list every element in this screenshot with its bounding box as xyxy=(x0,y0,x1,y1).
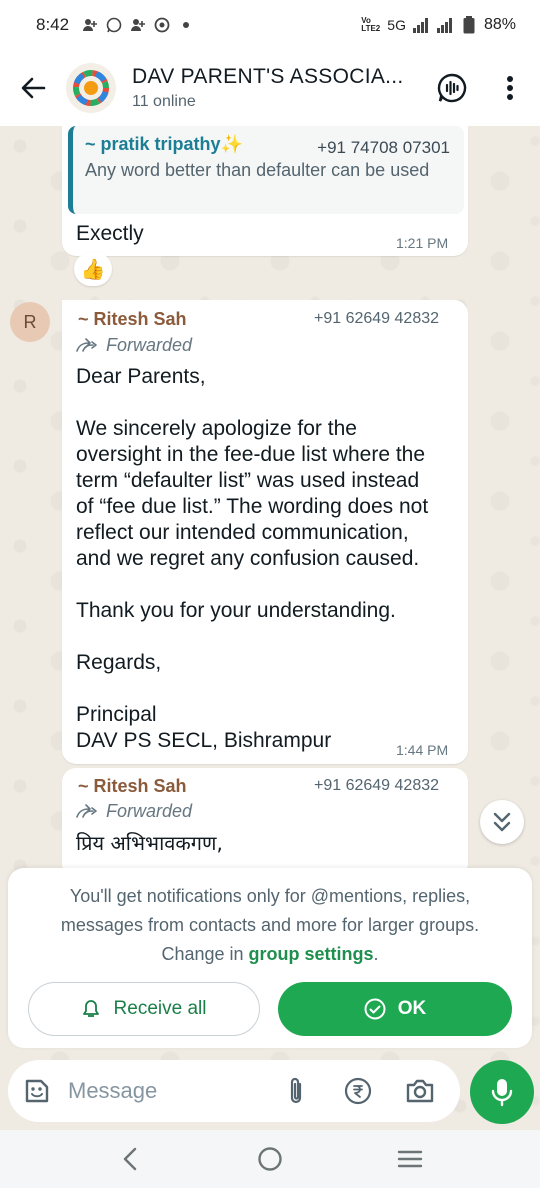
message-text: Exectly xyxy=(76,222,144,245)
sender-phone: +91 62649 42832 xyxy=(314,777,440,794)
message-body: Dear Parents, We sincerely apologize for… xyxy=(76,364,456,754)
bell-icon xyxy=(82,1000,99,1017)
nav-recents-button[interactable] xyxy=(380,1134,440,1184)
message-line: Dear Parents, xyxy=(76,365,206,388)
status-bar: 8:42 Vo LTE2 5G 88% xyxy=(0,0,540,50)
message-input[interactable]: Message xyxy=(68,1078,274,1104)
forwarded-icon xyxy=(76,337,97,352)
message-time: 1:21 PM xyxy=(396,235,449,251)
back-button[interactable] xyxy=(0,50,66,126)
payment-button[interactable] xyxy=(336,1069,380,1113)
group-info[interactable]: DAV PARENT'S ASSOCIA... 11 online xyxy=(132,65,430,111)
receive-all-label: Receive all xyxy=(113,998,207,1019)
signal-2-icon xyxy=(436,16,454,34)
paperclip-icon xyxy=(290,1077,302,1104)
forwarded-label: Forwarded xyxy=(76,801,192,822)
message-line: We sincerely apologize for the xyxy=(76,417,357,440)
nav-back-icon xyxy=(123,1147,137,1171)
message-line: Thank you for your understanding. xyxy=(76,599,396,622)
attach-button[interactable] xyxy=(274,1069,318,1113)
message-bubble[interactable]: ~ Ritesh Sah +91 62649 42832 Forwarded प… xyxy=(62,768,468,878)
notice-text: You'll get notifications only for @menti… xyxy=(8,868,532,969)
avatar-letter: R xyxy=(23,311,37,332)
battery-percent: 88% xyxy=(483,16,516,33)
group-name: DAV PARENT'S ASSOCIA... xyxy=(132,65,404,88)
rupee-icon xyxy=(344,1077,372,1105)
whatsapp-icon xyxy=(105,16,123,34)
message-line: Principal xyxy=(76,703,157,726)
audio-chat-icon xyxy=(437,73,467,103)
forwarded-icon xyxy=(76,803,97,818)
forwarded-text: Forwarded xyxy=(106,335,193,355)
forwarded-label: Forwarded xyxy=(76,335,192,356)
microphone-icon xyxy=(491,1079,513,1107)
sender-avatar[interactable]: R xyxy=(10,302,50,342)
sender-name[interactable]: ~ Ritesh Sah xyxy=(78,776,187,797)
online-count: 11 online xyxy=(132,93,196,110)
signal-icon xyxy=(412,16,430,34)
more-options-button[interactable] xyxy=(488,58,532,118)
message-bubble[interactable]: ~ Ritesh Sah +91 62649 42832 Forwarded D… xyxy=(62,300,468,764)
status-time: 8:42 xyxy=(36,15,70,34)
notification-settings-panel: You'll get notifications only for @menti… xyxy=(8,868,532,1048)
double-chevron-down-icon xyxy=(493,812,511,832)
message-line: oversight in the fee-due list where the xyxy=(76,443,426,466)
sticker-icon xyxy=(25,1079,49,1103)
message-line: reflect our intended communication, xyxy=(76,521,409,544)
volte-indicator: Vo LTE2 xyxy=(361,16,381,33)
group-avatar[interactable] xyxy=(66,63,116,113)
sender-name[interactable]: ~ Ritesh Sah xyxy=(78,309,187,330)
network-type: 5G xyxy=(387,17,406,33)
message-time: 1:44 PM xyxy=(396,742,449,758)
contact-add-icon xyxy=(129,16,147,34)
forwarded-text: Forwarded xyxy=(106,801,193,821)
thumbs-up-reaction: 👍 xyxy=(80,258,106,281)
camera-icon xyxy=(406,1079,434,1103)
message-line: term “defaulter list” was used instead xyxy=(76,469,420,492)
more-vert-icon xyxy=(507,76,513,100)
more-notifications-dot-icon xyxy=(177,16,195,34)
nav-home-icon xyxy=(258,1147,282,1171)
nav-back-button[interactable] xyxy=(100,1134,160,1184)
check-circle-icon xyxy=(364,998,386,1020)
group-settings-link[interactable]: group settings xyxy=(249,944,374,964)
message-reaction[interactable]: 👍 xyxy=(74,252,112,286)
notice-line: Change in group settings. xyxy=(28,940,512,969)
notice-line-prefix: Change in xyxy=(161,944,249,964)
sender-phone: +91 62649 42832 xyxy=(314,310,440,327)
message-line: and we regret any confusion caused. xyxy=(76,547,420,570)
scroll-to-bottom-button[interactable] xyxy=(480,800,524,844)
message-line: of “fee due list.” The wording does not xyxy=(76,495,429,518)
message-text: प्रिय अभिभावकगण, xyxy=(76,831,223,855)
camera-button[interactable] xyxy=(398,1069,442,1113)
voice-message-button[interactable] xyxy=(470,1060,534,1124)
group-logo-icon xyxy=(73,70,109,106)
notice-line: You'll get notifications only for @menti… xyxy=(69,886,471,906)
message-composer: Message xyxy=(8,1060,460,1122)
quoted-message[interactable]: ~ pratik tripathy✨ +91 74708 07301 Any w… xyxy=(68,126,464,214)
back-arrow-icon xyxy=(21,77,46,99)
notice-line-suffix: . xyxy=(373,944,379,964)
notice-line: messages from contacts and more for larg… xyxy=(60,915,480,935)
chrome-icon xyxy=(153,16,171,34)
battery-icon xyxy=(460,16,478,34)
chat-header: DAV PARENT'S ASSOCIA... 11 online xyxy=(0,50,540,126)
system-nav-bar xyxy=(0,1130,540,1188)
voice-chat-button[interactable] xyxy=(430,58,474,118)
nav-home-button[interactable] xyxy=(240,1134,300,1184)
ok-button[interactable]: OK xyxy=(278,982,512,1036)
contact-notification-icon xyxy=(81,16,99,34)
nav-recents-icon xyxy=(397,1150,423,1168)
quoted-text: Any word better than defaulter can be us… xyxy=(85,160,430,180)
receive-all-button[interactable]: Receive all xyxy=(28,982,260,1036)
message-line: Regards, xyxy=(76,651,162,674)
quoted-sender-phone: +91 74708 07301 xyxy=(317,138,450,157)
sticker-button[interactable] xyxy=(22,1076,52,1106)
ok-label: OK xyxy=(397,998,427,1019)
